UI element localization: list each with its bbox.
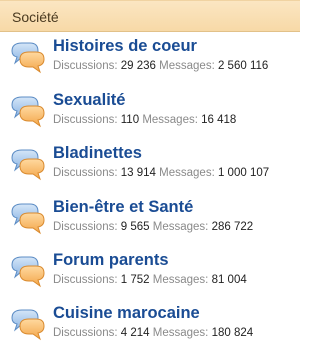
messages-count: 286 722 (211, 220, 254, 233)
messages-label: Messages: (152, 220, 209, 233)
forum-stats: Discussions: 4 214 Messages: 180 824 (53, 327, 253, 339)
forum-title[interactable]: Bien-être et Santé (53, 198, 193, 217)
discussions-label: Discussions: (53, 273, 118, 286)
chat-bubbles-icon (11, 96, 45, 128)
discussions-count: 1 752 (120, 273, 150, 286)
forum-item-sexualite[interactable]: Sexualité Discussions: 110 Messages: 16 … (0, 86, 300, 139)
section-header: Société (0, 0, 300, 32)
messages-count: 1 000 107 (217, 167, 270, 180)
forum-item-bladinettes[interactable]: Bladinettes Discussions: 13 914 Messages… (0, 139, 300, 192)
messages-count: 16 418 (201, 114, 237, 126)
forum-title[interactable]: Forum parents (53, 251, 169, 270)
chat-bubbles-icon (11, 256, 45, 288)
discussions-count: 110 (120, 114, 140, 126)
chat-bubbles-icon (11, 42, 45, 74)
forum-title[interactable]: Cuisine marocaine (53, 304, 200, 323)
forum-stats: Discussions: 1 752 Messages: 81 004 (53, 274, 247, 286)
discussions-count: 13 914 (120, 167, 156, 180)
forum-stats: Discussions: 13 914 Messages: 1 000 107 (53, 167, 269, 179)
forum-item-bien-etre-et-sante[interactable]: Bien-être et Santé Discussions: 9 565 Me… (0, 193, 300, 246)
discussions-count: 29 236 (120, 60, 156, 72)
discussions-label: Discussions: (53, 220, 118, 233)
messages-label: Messages: (159, 60, 215, 72)
discussions-label: Discussions: (53, 327, 118, 340)
forum-title[interactable]: Bladinettes (53, 144, 142, 163)
chat-bubbles-icon (11, 149, 45, 181)
discussions-label: Discussions: (53, 60, 118, 72)
forum-stats: Discussions: 9 565 Messages: 286 722 (53, 221, 253, 233)
messages-label: Messages: (142, 114, 198, 126)
forum-title[interactable]: Histoires de coeur (53, 37, 197, 56)
chat-bubbles-icon (11, 203, 45, 234)
discussions-label: Discussions: (53, 114, 118, 126)
forum-list: Histoires de coeur Discussions: 29 236 M… (0, 32, 300, 352)
messages-count: 180 824 (211, 327, 254, 340)
chat-bubbles-icon (11, 309, 45, 341)
forum-stats: Discussions: 29 236 Messages: 2 560 116 (53, 60, 268, 72)
discussions-label: Discussions: (53, 167, 118, 180)
forum-item-histoires-de-coeur[interactable]: Histoires de coeur Discussions: 29 236 M… (0, 32, 300, 86)
forum-stats: Discussions: 110 Messages: 16 418 (53, 114, 236, 126)
forum-item-forum-parents[interactable]: Forum parents Discussions: 1 752 Message… (0, 246, 300, 299)
messages-label: Messages: (152, 273, 209, 286)
forum-item-cuisine-marocaine[interactable]: Cuisine marocaine Discussions: 4 214 Mes… (0, 299, 300, 352)
messages-count: 81 004 (211, 273, 247, 286)
section-title: Société (12, 9, 59, 25)
messages-label: Messages: (159, 167, 215, 180)
messages-label: Messages: (152, 327, 209, 340)
discussions-count: 9 565 (120, 220, 150, 233)
discussions-count: 4 214 (120, 327, 150, 340)
messages-count: 2 560 116 (217, 60, 269, 72)
forum-title[interactable]: Sexualité (53, 91, 125, 110)
